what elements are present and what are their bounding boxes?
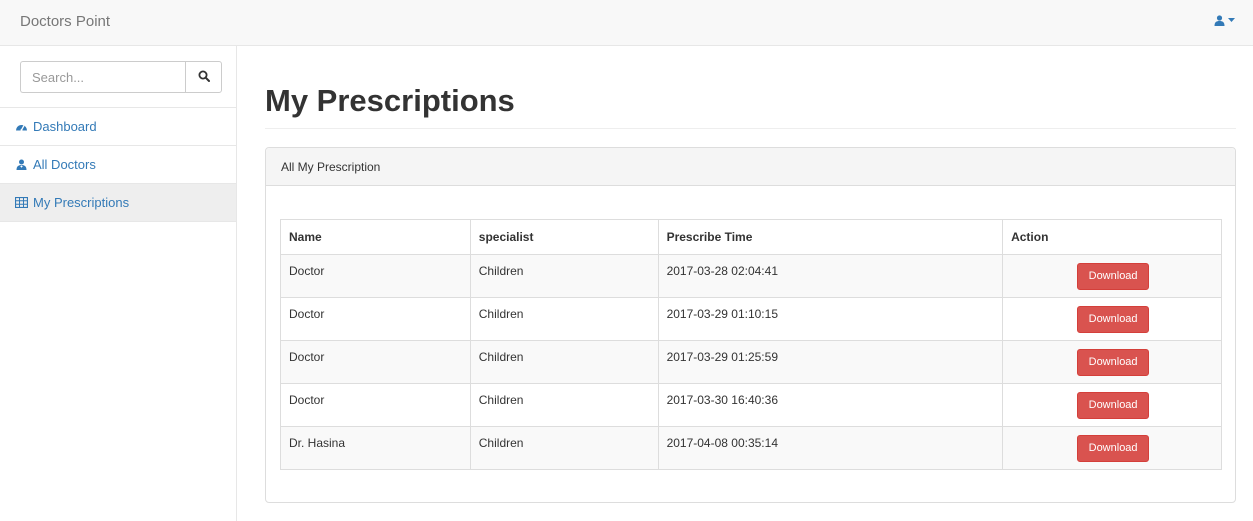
table-row: Doctor Children 2017-03-28 02:04:41 Down… <box>280 254 1222 298</box>
download-button[interactable]: Download <box>1077 349 1150 376</box>
download-button[interactable]: Download <box>1077 435 1150 462</box>
cell-prescribe-time: 2017-03-30 16:40:36 <box>657 383 1004 427</box>
cell-prescribe-time: 2017-03-29 01:10:15 <box>657 297 1004 341</box>
cell-prescribe-time: 2017-04-08 00:35:14 <box>657 426 1004 470</box>
column-header-prescribe-time: Prescribe Time <box>657 219 1004 255</box>
download-button[interactable]: Download <box>1077 263 1150 290</box>
panel-heading: All My Prescription <box>266 148 1235 186</box>
search-group <box>20 61 222 93</box>
column-header-action: Action <box>1002 219 1222 255</box>
cell-action: Download <box>1002 297 1222 341</box>
cell-action: Download <box>1002 340 1222 384</box>
caret-down-icon <box>1228 18 1235 23</box>
download-button[interactable]: Download <box>1077 392 1150 419</box>
brand-link[interactable]: Doctors Point <box>20 13 110 30</box>
user-icon <box>1214 15 1225 26</box>
dashboard-icon <box>15 121 28 133</box>
download-button[interactable]: Download <box>1077 306 1150 333</box>
page-title: My Prescriptions <box>265 83 1236 129</box>
sidebar-item-label: Dashboard <box>33 119 97 134</box>
sidebar-item-label: My Prescriptions <box>33 195 130 210</box>
cell-name: Doctor <box>280 297 471 341</box>
cell-action: Download <box>1002 383 1222 427</box>
table-row: Doctor Children 2017-03-30 16:40:36 Down… <box>280 383 1222 427</box>
cell-name: Doctor <box>280 254 471 298</box>
cell-specialist: Children <box>469 340 659 384</box>
user-menu-toggle[interactable] <box>1214 15 1235 26</box>
cell-name: Dr. Hasina <box>280 426 471 470</box>
table-row: Dr. Hasina Children 2017-04-08 00:35:14 … <box>280 426 1222 470</box>
cell-specialist: Children <box>469 426 659 470</box>
cell-specialist: Children <box>469 383 659 427</box>
sidebar: Dashboard All Doctors My Prescriptions <box>0 46 237 521</box>
sidebar-item-my-prescriptions[interactable]: My Prescriptions <box>0 184 236 222</box>
sidebar-item-all-doctors[interactable]: All Doctors <box>0 146 236 184</box>
prescriptions-panel: All My Prescription Name specialist Pres… <box>265 147 1236 503</box>
column-header-specialist: specialist <box>469 219 659 255</box>
table-icon <box>15 197 28 208</box>
cell-specialist: Children <box>469 297 659 341</box>
table-row: Doctor Children 2017-03-29 01:25:59 Down… <box>280 340 1222 384</box>
prescriptions-table: Name specialist Prescribe Time Action Do… <box>280 219 1222 470</box>
top-navbar: Doctors Point <box>0 0 1253 46</box>
cell-action: Download <box>1002 426 1222 470</box>
table-header-row: Name specialist Prescribe Time Action <box>280 219 1222 255</box>
cell-action: Download <box>1002 254 1222 298</box>
table-row: Doctor Children 2017-03-29 01:10:15 Down… <box>280 297 1222 341</box>
search-icon <box>198 70 210 85</box>
sidebar-search <box>0 46 236 108</box>
cell-prescribe-time: 2017-03-28 02:04:41 <box>657 254 1004 298</box>
cell-name: Doctor <box>280 383 471 427</box>
column-header-name: Name <box>280 219 471 255</box>
users-icon <box>15 159 28 171</box>
cell-prescribe-time: 2017-03-29 01:25:59 <box>657 340 1004 384</box>
sidebar-item-label: All Doctors <box>33 157 96 172</box>
cell-name: Doctor <box>280 340 471 384</box>
sidebar-item-dashboard[interactable]: Dashboard <box>0 108 236 146</box>
search-button[interactable] <box>185 61 222 93</box>
cell-specialist: Children <box>469 254 659 298</box>
search-input[interactable] <box>20 61 185 93</box>
